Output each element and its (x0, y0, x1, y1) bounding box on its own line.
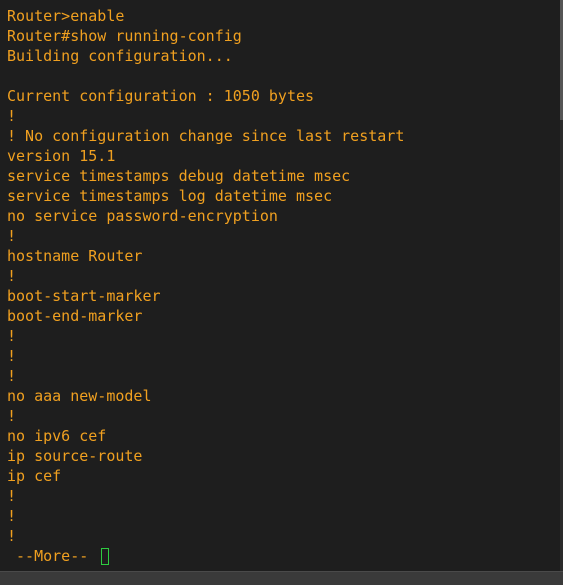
terminal-line: boot-end-marker (7, 307, 143, 325)
terminal-line: ! (7, 527, 17, 545)
more-prompt: --More-- (7, 547, 98, 565)
terminal-output[interactable]: Router>enable Router#show running-config B… (0, 0, 563, 571)
terminal-line: Router#show running-config (7, 27, 242, 45)
terminal-line: ip cef (7, 467, 62, 485)
terminal-line: ! (7, 267, 17, 285)
terminal-line: ! (7, 107, 17, 125)
terminal-lines: Router>enable Router#show running-config B… (7, 6, 563, 546)
terminal-line: ! (7, 327, 17, 345)
terminal-line: hostname Router (7, 247, 143, 265)
terminal-line: ! No configuration change since last res… (7, 127, 405, 145)
terminal-line: Router>enable (7, 7, 125, 25)
terminal-line: ! (7, 227, 17, 245)
terminal-line: service timestamps log datetime msec (7, 187, 333, 205)
pager-line: --More-- (7, 546, 563, 566)
terminal-line: version 15.1 (7, 147, 116, 165)
terminal-line: ! (7, 367, 17, 385)
terminal-line: service timestamps debug datetime msec (7, 167, 351, 185)
terminal-line: ! (7, 507, 17, 525)
terminal-line: no aaa new-model (7, 387, 152, 405)
horizontal-scrollbar[interactable] (0, 571, 563, 585)
terminal-line: no ipv6 cef (7, 427, 107, 445)
terminal-line: ! (7, 407, 17, 425)
terminal-line: ! (7, 347, 17, 365)
terminal-line: ip source-route (7, 447, 143, 465)
terminal-line: boot-start-marker (7, 287, 161, 305)
terminal-line: Current configuration : 1050 bytes (7, 87, 315, 105)
cursor-block (101, 547, 110, 565)
terminal-line: ! (7, 487, 17, 505)
terminal-line: Building configuration... (7, 47, 233, 65)
terminal-line: no service password-encryption (7, 207, 278, 225)
